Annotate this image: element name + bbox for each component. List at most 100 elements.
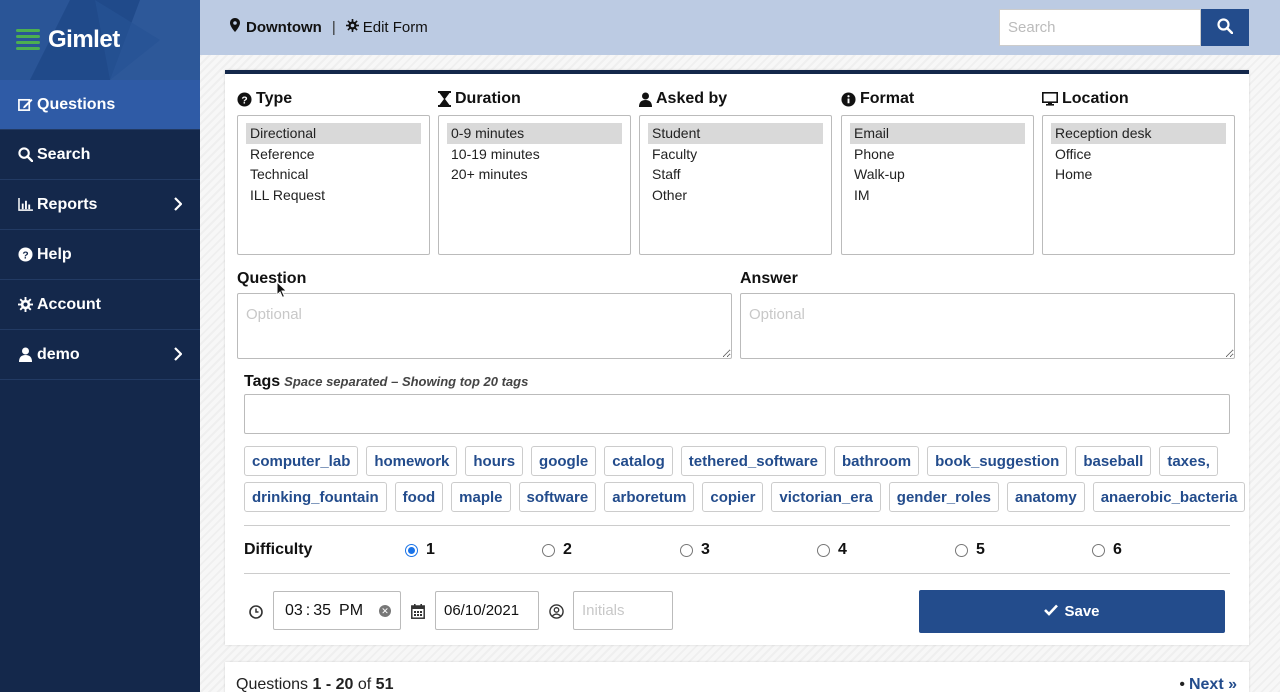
duration-option[interactable]: 10-19 minutes — [447, 144, 622, 165]
difficulty-radio-1[interactable]: 1 — [405, 541, 435, 559]
logo[interactable]: Gimlet — [0, 0, 200, 80]
sidebar-item-label: Questions — [37, 95, 116, 113]
tag-chip[interactable]: book_suggestion — [927, 446, 1068, 476]
tags-input[interactable] — [244, 394, 1230, 434]
tag-chip[interactable]: computer_lab — [244, 446, 359, 476]
search-icon — [17, 147, 33, 162]
tag-chip[interactable]: drinking_fountain — [244, 482, 387, 512]
tags-heading: Tags Space separated – Showing top 20 tag… — [244, 373, 528, 391]
sidebar-item-user[interactable]: demo — [0, 330, 200, 380]
difficulty-label: Difficulty — [244, 541, 313, 558]
format-option[interactable]: IM — [850, 185, 1025, 206]
radio-circle[interactable] — [542, 543, 555, 557]
results-range: 1 - 20 — [312, 676, 354, 692]
radio-circle[interactable] — [817, 543, 830, 557]
tag-chip[interactable]: victorian_era — [771, 482, 881, 512]
type-option[interactable]: Directional — [246, 123, 421, 144]
tag-chip[interactable]: tethered_software — [680, 446, 826, 476]
radio-circle[interactable] — [955, 543, 968, 557]
date-input[interactable] — [435, 591, 539, 630]
asked-by-select[interactable]: Student Faculty Staff Other — [639, 115, 832, 255]
difficulty-radio-2[interactable]: 2 — [542, 541, 572, 559]
format-select[interactable]: Email Phone Walk-up IM — [841, 115, 1034, 255]
sidebar-item-label: Account — [37, 295, 101, 313]
format-option[interactable]: Walk-up — [850, 164, 1025, 185]
sidebar-item-reports[interactable]: Reports — [0, 180, 200, 230]
tag-chip[interactable]: homework — [366, 446, 458, 476]
format-option[interactable]: Phone — [850, 144, 1025, 165]
location-option[interactable]: Reception desk — [1051, 123, 1226, 144]
question-textarea[interactable] — [237, 293, 732, 359]
radio-label: 3 — [701, 541, 710, 558]
sidebar-item-label: Reports — [37, 195, 98, 213]
tag-chip[interactable]: copier — [702, 482, 764, 512]
asked-by-option[interactable]: Student — [648, 123, 823, 144]
difficulty-radio-4[interactable]: 4 — [817, 541, 847, 559]
type-option[interactable]: Technical — [246, 164, 421, 185]
tag-chip[interactable]: anaerobic_bacteria — [1092, 482, 1246, 512]
asked-by-option[interactable]: Staff — [648, 164, 823, 185]
time-input[interactable]: 03 : 35 PM ✕ — [273, 591, 401, 630]
sidebar: Gimlet Questions Search Reports ? Help A… — [0, 0, 200, 692]
tag-chip[interactable]: maple — [451, 482, 511, 512]
sidebar-item-questions[interactable]: Questions — [0, 80, 200, 130]
answer-group: Answer — [740, 270, 1235, 362]
tag-chip[interactable]: hours — [465, 446, 524, 476]
duration-option[interactable]: 0-9 minutes — [447, 123, 622, 144]
question-circle-icon: ? — [17, 247, 33, 262]
type-select[interactable]: Directional Reference Technical ILL Requ… — [237, 115, 430, 255]
asked-by-option[interactable]: Other — [648, 185, 823, 206]
edit-icon — [17, 97, 33, 112]
time-minute[interactable]: 35 — [313, 602, 331, 620]
location-option[interactable]: Office — [1051, 144, 1226, 165]
radio-circle[interactable] — [680, 543, 693, 557]
search-input[interactable] — [999, 9, 1201, 46]
edit-form-label: Edit Form — [362, 18, 428, 36]
time-hour[interactable]: 03 — [285, 602, 303, 620]
search-button[interactable] — [1201, 9, 1249, 46]
results-prefix: Questions — [236, 676, 309, 692]
duration-option[interactable]: 20+ minutes — [447, 164, 622, 185]
tag-chip[interactable]: baseball — [1075, 446, 1152, 476]
answer-textarea[interactable] — [740, 293, 1235, 359]
duration-select[interactable]: 0-9 minutes 10-19 minutes 20+ minutes — [438, 115, 631, 255]
initials-input[interactable] — [573, 591, 673, 630]
tag-chip[interactable]: taxes, — [1159, 446, 1218, 476]
save-button[interactable]: Save — [919, 590, 1225, 633]
radio-label: 2 — [563, 541, 572, 558]
difficulty-radio-6[interactable]: 6 — [1092, 541, 1122, 559]
next-page-link[interactable]: • Next » — [1179, 676, 1237, 692]
difficulty-radio-5[interactable]: 5 — [955, 541, 985, 559]
type-option[interactable]: Reference — [246, 144, 421, 165]
edit-form-link[interactable]: Edit Form — [345, 18, 428, 36]
current-location[interactable]: Downtown — [246, 19, 322, 36]
clear-icon[interactable]: ✕ — [379, 605, 391, 617]
sidebar-item-account[interactable]: Account — [0, 280, 200, 330]
format-option[interactable]: Email — [850, 123, 1025, 144]
clock-icon — [249, 605, 263, 622]
gear-icon — [17, 297, 33, 312]
location-option[interactable]: Home — [1051, 164, 1226, 185]
difficulty-radio-3[interactable]: 3 — [680, 541, 710, 559]
sidebar-item-help[interactable]: ? Help — [0, 230, 200, 280]
tag-chip[interactable]: anatomy — [1007, 482, 1085, 512]
radio-circle[interactable] — [1092, 543, 1105, 557]
tag-chip[interactable]: arboretum — [604, 482, 695, 512]
hourglass-icon — [438, 91, 451, 107]
svg-text:?: ? — [22, 250, 28, 261]
tag-chip[interactable]: catalog — [604, 446, 673, 476]
sidebar-item-search[interactable]: Search — [0, 130, 200, 180]
tag-chip[interactable]: gender_roles — [888, 482, 1000, 512]
tag-chip[interactable]: software — [518, 482, 597, 512]
tag-chip[interactable]: food — [394, 482, 444, 512]
tag-chip[interactable]: bathroom — [833, 446, 920, 476]
radio-circle[interactable] — [405, 543, 418, 557]
location-heading: Location — [1042, 88, 1235, 110]
user-circle-icon — [549, 604, 564, 622]
location-select[interactable]: Reception desk Office Home — [1042, 115, 1235, 255]
time-ampm[interactable]: PM — [339, 602, 363, 620]
results-count: Questions 1 - 20 of 51 — [236, 676, 393, 692]
tag-chip[interactable]: google — [531, 446, 597, 476]
type-option[interactable]: ILL Request — [246, 185, 421, 206]
asked-by-option[interactable]: Faculty — [648, 144, 823, 165]
